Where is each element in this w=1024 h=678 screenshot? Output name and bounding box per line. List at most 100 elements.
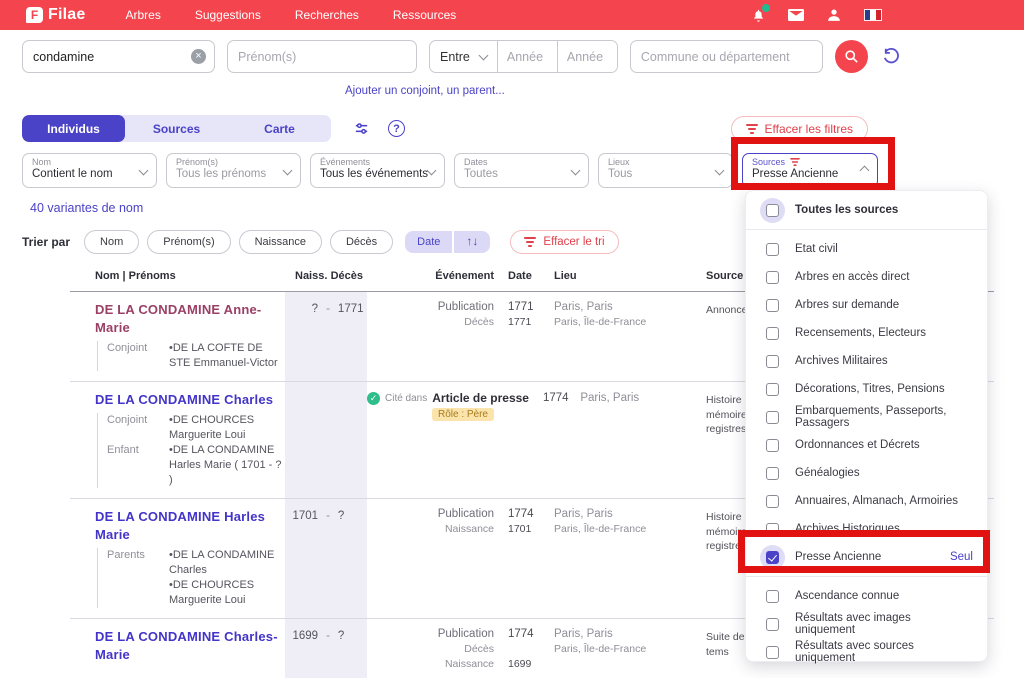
person-name-link[interactable]: DE LA CONDAMINE Charles-Marie — [95, 629, 278, 662]
panel-item-de-corations-titres-pensions[interactable]: Décorations, Titres, Pensions — [746, 375, 987, 403]
sources-filter-select[interactable]: Sources Presse Ancienne — [742, 153, 878, 188]
filter-select-nom[interactable]: NomContient le nom — [22, 153, 157, 188]
panel-item-ge-ne-alogies[interactable]: Généalogies — [746, 459, 987, 487]
unchecked-checkbox-icon[interactable] — [766, 355, 779, 368]
header-mid: Événement Date Lieu — [367, 270, 694, 285]
place-input[interactable] — [630, 40, 823, 73]
account-person-icon[interactable] — [826, 7, 842, 23]
search-button[interactable] — [835, 40, 868, 73]
nav-item-ressources[interactable]: Ressources — [393, 8, 456, 22]
panel-item-ascendance-connue[interactable]: Ascendance connue — [746, 582, 987, 610]
year-to-input[interactable] — [557, 41, 617, 72]
surname-field-wrap: × — [22, 40, 215, 73]
panel-item-arbres-sur-demande[interactable]: Arbres sur demande — [746, 291, 987, 319]
header-event: Événement — [367, 270, 508, 282]
unchecked-checkbox-icon[interactable] — [766, 271, 779, 284]
checkbox-slot — [760, 489, 785, 514]
nav-item-suggestions[interactable]: Suggestions — [195, 8, 261, 22]
add-relative-link[interactable]: Ajouter un conjoint, un parent... — [345, 85, 505, 97]
naiss-value: 1701 — [292, 510, 318, 522]
sort-direction-icon[interactable]: ↑↓ — [454, 231, 490, 253]
filter-texts: NomContient le nom — [32, 157, 140, 187]
year-range-select[interactable]: Entre — [430, 50, 497, 64]
panel-item-annuaires-almanach-armoiries[interactable]: Annuaires, Almanach, Armoiries — [746, 487, 987, 515]
firstname-input[interactable] — [227, 40, 417, 73]
panel-item-re-sultats-avec-sources-uniquement[interactable]: Résultats avec sources uniquement — [746, 638, 987, 666]
event-date: 1774 — [543, 392, 580, 404]
panel-item-archives-historiques[interactable]: Archives Historiques — [746, 515, 987, 543]
panel-item-label: Annuaires, Almanach, Armoiries — [795, 495, 958, 507]
tab-individus[interactable]: Individus — [22, 115, 125, 142]
year-from-input[interactable] — [497, 41, 557, 72]
filter-select-e-ve-nements[interactable]: ÉvénementsTous les événements — [310, 153, 445, 188]
year-range-value: Entre — [440, 50, 470, 64]
checkbox-slot — [760, 612, 785, 637]
naiss-deces-cell: 1701-? — [285, 499, 367, 618]
notifications-bell-icon[interactable] — [750, 7, 766, 23]
person-name-link[interactable]: DE LA CONDAMINE Harles Marie — [95, 509, 265, 542]
checked-checkbox-icon[interactable] — [766, 551, 779, 564]
event-date: 1701 — [508, 523, 554, 535]
person-name-link[interactable]: DE LA CONDAMINE Charles — [95, 392, 273, 407]
panel-item-recensements-electeurs[interactable]: Recensements, Electeurs — [746, 319, 987, 347]
panel-item-re-sultats-avec-images-uniquement[interactable]: Résultats avec images uniquement — [746, 610, 987, 638]
relation-person: •DE LA COFTE DE STE Emmanuel-Victor — [169, 341, 285, 371]
relation-person: •DE LA CONDAMINE Harles Marie ( 1701 - ?… — [169, 443, 285, 488]
panel-item-archives-militaires[interactable]: Archives Militaires — [746, 347, 987, 375]
filter-select-lieux[interactable]: LieuxTous — [598, 153, 733, 188]
event-place: Paris, Paris — [554, 508, 694, 520]
unchecked-checkbox-icon[interactable] — [766, 439, 779, 452]
sort-option-pre-nom-s[interactable]: Prénom(s) — [147, 230, 230, 254]
panel-item-toutes-les-sources[interactable]: Toutes les sources — [746, 196, 987, 224]
panel-item-arbres-en-acce-s-direct[interactable]: Arbres en accès direct — [746, 263, 987, 291]
sort-option-nom[interactable]: Nom — [84, 230, 139, 254]
unchecked-checkbox-icon[interactable] — [766, 646, 779, 659]
unchecked-checkbox-icon[interactable] — [766, 411, 779, 424]
panel-item-etat-civil[interactable]: Etat civil — [746, 235, 987, 263]
filter-select-dates[interactable]: DatesToutes — [454, 153, 589, 188]
messages-mail-icon[interactable] — [788, 7, 804, 23]
nav-menu: Arbres Suggestions Recherches Ressources — [125, 8, 456, 22]
panel-item-embarquements-passeports-passagers[interactable]: Embarquements, Passeports, Passagers — [746, 403, 987, 431]
surname-input[interactable] — [22, 40, 215, 73]
unchecked-checkbox-icon[interactable] — [766, 204, 779, 217]
unchecked-checkbox-icon[interactable] — [766, 590, 779, 603]
panel-item-ordonnances-et-de-crets[interactable]: Ordonnances et Décrets — [746, 431, 987, 459]
unchecked-checkbox-icon[interactable] — [766, 299, 779, 312]
active-filter-icon — [790, 158, 800, 166]
clear-surname-icon[interactable]: × — [191, 49, 206, 64]
filter-select-pre-nom-s[interactable]: Prénom(s)Tous les prénoms — [166, 153, 301, 188]
filae-logo[interactable]: F Filae — [26, 6, 85, 24]
tab-sources[interactable]: Sources — [125, 115, 228, 142]
event-line: Publication1774Paris, Paris — [367, 628, 694, 643]
reset-search-icon[interactable] — [880, 46, 902, 68]
nav-item-recherches[interactable]: Recherches — [295, 8, 359, 22]
relation-label: Conjoint — [107, 413, 169, 443]
person-name-link[interactable]: DE LA CONDAMINE Anne-Marie — [95, 302, 261, 335]
naiss-deces-cell: ?-1771 — [285, 292, 367, 381]
unchecked-checkbox-icon[interactable] — [766, 243, 779, 256]
unchecked-checkbox-icon[interactable] — [766, 467, 779, 480]
clear-sort-button[interactable]: Effacer le tri — [510, 230, 618, 254]
seul-only-link[interactable]: Seul — [950, 551, 973, 563]
unchecked-checkbox-icon[interactable] — [766, 618, 779, 631]
unchecked-checkbox-icon[interactable] — [766, 523, 779, 536]
sort-option-de-ce-s[interactable]: Décès — [330, 230, 393, 254]
name-variants-link[interactable]: 40 variantes de nom — [30, 201, 143, 215]
language-flag-france[interactable] — [864, 9, 882, 21]
tune-sliders-icon[interactable] — [353, 120, 370, 137]
panel-item-presse-ancienne[interactable]: Presse AncienneSeul — [746, 543, 987, 571]
nav-item-arbres[interactable]: Arbres — [125, 8, 160, 22]
result-tabs: IndividusSourcesCarte — [22, 115, 331, 142]
help-icon[interactable]: ? — [388, 120, 405, 137]
deces-value: ? — [338, 630, 366, 642]
unchecked-checkbox-icon[interactable] — [766, 383, 779, 396]
panel-item-label: Ascendance connue — [795, 590, 899, 602]
clear-filters-button[interactable]: Effacer les filtres — [731, 116, 868, 142]
unchecked-checkbox-icon[interactable] — [766, 495, 779, 508]
tab-carte[interactable]: Carte — [228, 115, 331, 142]
sort-option-date-active[interactable]: Date — [405, 231, 452, 253]
event-line: Naissance1701Paris, Île-de-France — [367, 523, 694, 538]
unchecked-checkbox-icon[interactable] — [766, 327, 779, 340]
sort-option-naissance[interactable]: Naissance — [239, 230, 322, 254]
